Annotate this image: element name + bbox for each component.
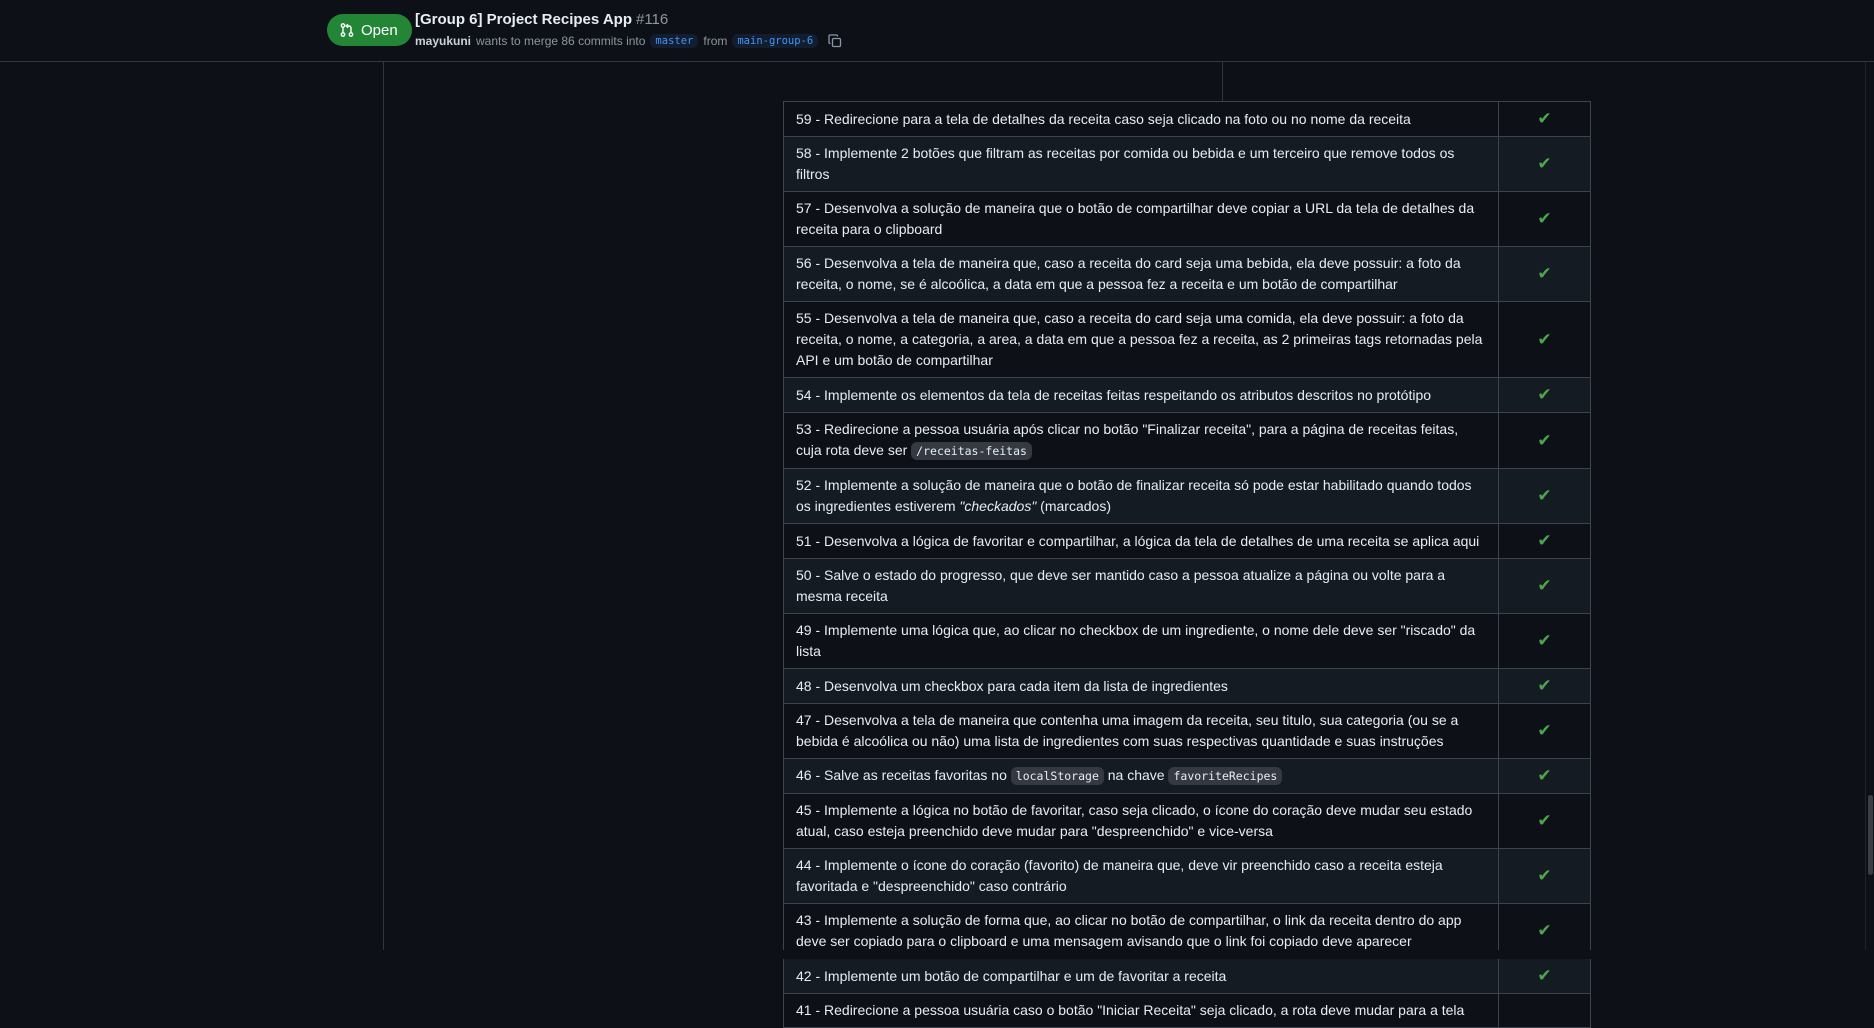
viewport-bottom xyxy=(0,950,1874,959)
check-icon: ✔ xyxy=(1537,385,1552,404)
requirement-text: 48 - Desenvolva um checkbox para cada it… xyxy=(783,668,1499,704)
key-code: favoriteRecipes xyxy=(1168,767,1283,785)
head-branch[interactable]: main-group-6 xyxy=(732,34,819,48)
requirement-text: 53 - Redirecione a pessoa usuária após c… xyxy=(783,412,1499,469)
requirement-text: 54 - Implemente os elementos da tela de … xyxy=(783,377,1499,413)
page-scrollbar[interactable] xyxy=(1865,0,1874,959)
check-icon: ✔ xyxy=(1537,811,1552,830)
table-row: 57 - Desenvolva a solução de maneira que… xyxy=(783,191,1592,247)
check-icon: ✔ xyxy=(1537,531,1552,550)
check-icon: ✔ xyxy=(1537,866,1552,885)
comment-body: 59 - Redirecione para a tela de detalhes… xyxy=(383,61,1592,1028)
requirement-text: 57 - Desenvolva a solução de maneira que… xyxy=(783,191,1499,247)
emphasis-text: "checkados" xyxy=(959,498,1037,514)
requirement-text: 51 - Desenvolva a lógica de favoritar e … xyxy=(783,523,1499,559)
merge-text: wants to merge 86 commits into xyxy=(476,34,646,48)
requirement-text: 46 - Salve as receitas favoritas no loca… xyxy=(783,758,1499,794)
table-row: 56 - Desenvolva a tela de maneira que, c… xyxy=(783,246,1592,302)
git-pull-request-icon xyxy=(340,23,354,37)
check-icon: ✔ xyxy=(1537,486,1552,505)
sticky-pr-header: Open [Group 6] Project Recipes App #116 m… xyxy=(0,0,1874,62)
requirement-text: 41 - Redirecione a pessoa usuária caso o… xyxy=(783,993,1499,1028)
check-icon: ✔ xyxy=(1537,631,1552,650)
requirement-text: 45 - Implemente a lógica no botão de fav… xyxy=(783,793,1499,849)
requirement-text: 58 - Implemente 2 botões que filtram as … xyxy=(783,136,1499,192)
requirement-text: 47 - Desenvolva a tela de maneira que co… xyxy=(783,703,1499,759)
check-icon: ✔ xyxy=(1537,154,1552,173)
requirement-text: 42 - Implemente um botão de compartilhar… xyxy=(783,958,1499,994)
table-row: 58 - Implemente 2 botões que filtram as … xyxy=(783,136,1592,192)
table-row: 42 - Implemente um botão de compartilhar… xyxy=(783,958,1592,994)
check-icon: ✔ xyxy=(1537,721,1552,740)
check-icon: ✔ xyxy=(1537,264,1552,283)
storage-code: localStorage xyxy=(1010,767,1104,785)
table-row: 48 - Desenvolva um checkbox para cada it… xyxy=(783,668,1592,704)
pr-meta: mayukuni wants to merge 86 commits into … xyxy=(415,33,843,49)
requirement-text: 49 - Implemente uma lógica que, ao clica… xyxy=(783,613,1499,669)
author-link[interactable]: mayukuni xyxy=(415,34,471,48)
requirement-text: 52 - Implemente a solução de maneira que… xyxy=(783,468,1499,524)
route-code: /receitas-feitas xyxy=(911,442,1032,460)
pr-title[interactable]: [Group 6] Project Recipes App xyxy=(415,11,632,28)
table-row: 59 - Redirecione para a tela de detalhes… xyxy=(783,101,1592,137)
check-icon: ✔ xyxy=(1537,676,1552,695)
requirements-table: 59 - Redirecione para a tela de detalhes… xyxy=(783,101,1592,1028)
pr-title-row: [Group 6] Project Recipes App #116 xyxy=(415,11,668,28)
check-icon: ✔ xyxy=(1537,430,1552,450)
check-icon: ✔ xyxy=(1537,921,1552,940)
table-row: 55 - Desenvolva a tela de maneira que, c… xyxy=(783,301,1592,378)
check-icon: ✔ xyxy=(1537,966,1552,985)
check-icon: ✔ xyxy=(1537,209,1552,228)
check-icon: ✔ xyxy=(1537,576,1552,595)
from-text: from xyxy=(703,34,728,48)
check-icon: ✔ xyxy=(1537,329,1552,349)
table-row: 52 - Implemente a solução de maneira que… xyxy=(783,468,1592,524)
requirement-text: 44 - Implemente o ícone do coração (favo… xyxy=(783,848,1499,904)
check-icon: ✔ xyxy=(1537,109,1552,128)
table-row: 49 - Implemente uma lógica que, ao clica… xyxy=(783,613,1592,669)
table-row: 47 - Desenvolva a tela de maneira que co… xyxy=(783,703,1592,759)
table-row: 51 - Desenvolva a lógica de favoritar e … xyxy=(783,523,1592,559)
requirement-text: 59 - Redirecione para a tela de detalhes… xyxy=(783,101,1499,137)
table-row: 46 - Salve as receitas favoritas no loca… xyxy=(783,758,1592,794)
pr-number: #116 xyxy=(635,11,669,28)
pr-state-label: Open xyxy=(361,21,398,39)
table-row: 44 - Implemente o ícone do coração (favo… xyxy=(783,848,1592,904)
pr-state-badge: Open xyxy=(327,14,412,46)
base-branch[interactable]: master xyxy=(650,34,699,48)
table-row: 50 - Salve o estado do progresso, que de… xyxy=(783,558,1592,614)
table-row: 41 - Redirecione a pessoa usuária caso o… xyxy=(783,993,1592,1028)
table-row: 53 - Redirecione a pessoa usuária após c… xyxy=(783,412,1592,469)
check-icon: ✔ xyxy=(1537,766,1552,785)
requirement-text: 56 - Desenvolva a tela de maneira que, c… xyxy=(783,246,1499,302)
scrollbar-thumb[interactable] xyxy=(1868,795,1873,875)
copy-icon[interactable] xyxy=(827,33,843,49)
table-row: 45 - Implemente a lógica no botão de fav… xyxy=(783,793,1592,849)
table-row: 54 - Implemente os elementos da tela de … xyxy=(783,377,1592,413)
requirement-text: 55 - Desenvolva a tela de maneira que, c… xyxy=(783,301,1499,378)
requirement-text: 50 - Salve o estado do progresso, que de… xyxy=(783,558,1499,614)
